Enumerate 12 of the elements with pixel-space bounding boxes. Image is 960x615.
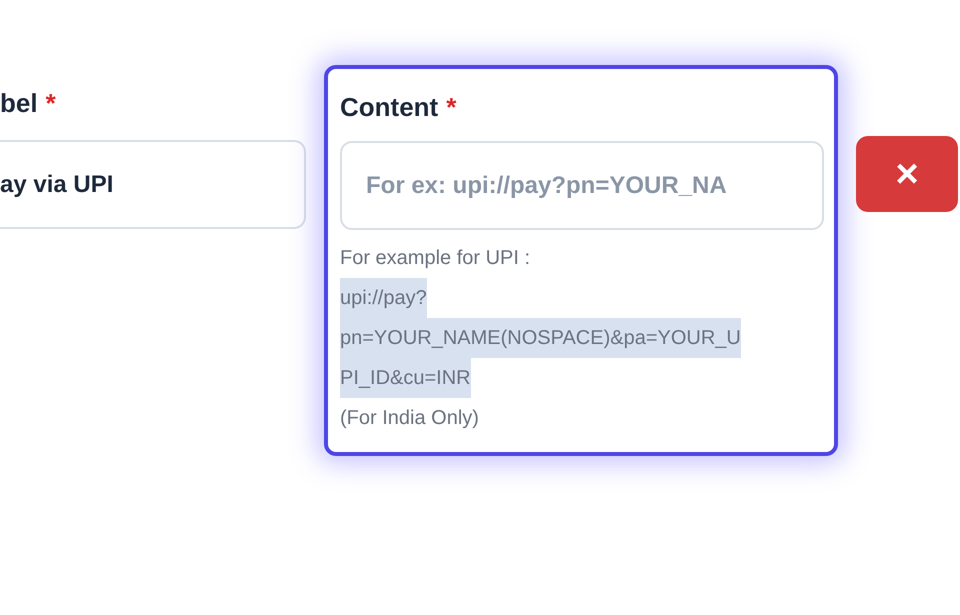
required-mark: * — [446, 90, 456, 124]
field-label: bel — [0, 86, 38, 120]
hint-text: For example for UPI : — [340, 246, 530, 271]
remove-button[interactable]: × — [856, 136, 958, 212]
hint-text: pn=YOUR_NAME(NOSPACE)&pa=YOUR_U — [340, 318, 741, 358]
field-label: Content — [340, 90, 438, 124]
hint-text: (For India Only) — [340, 406, 479, 431]
hint-text: PI_ID&cu=INR — [340, 358, 471, 398]
label-input[interactable]: ay via UPI — [0, 140, 306, 229]
required-mark: * — [46, 86, 56, 120]
content-input[interactable]: For ex: upi://pay?pn=YOUR_NA — [340, 141, 824, 230]
hint-text: upi://pay? — [340, 278, 427, 318]
